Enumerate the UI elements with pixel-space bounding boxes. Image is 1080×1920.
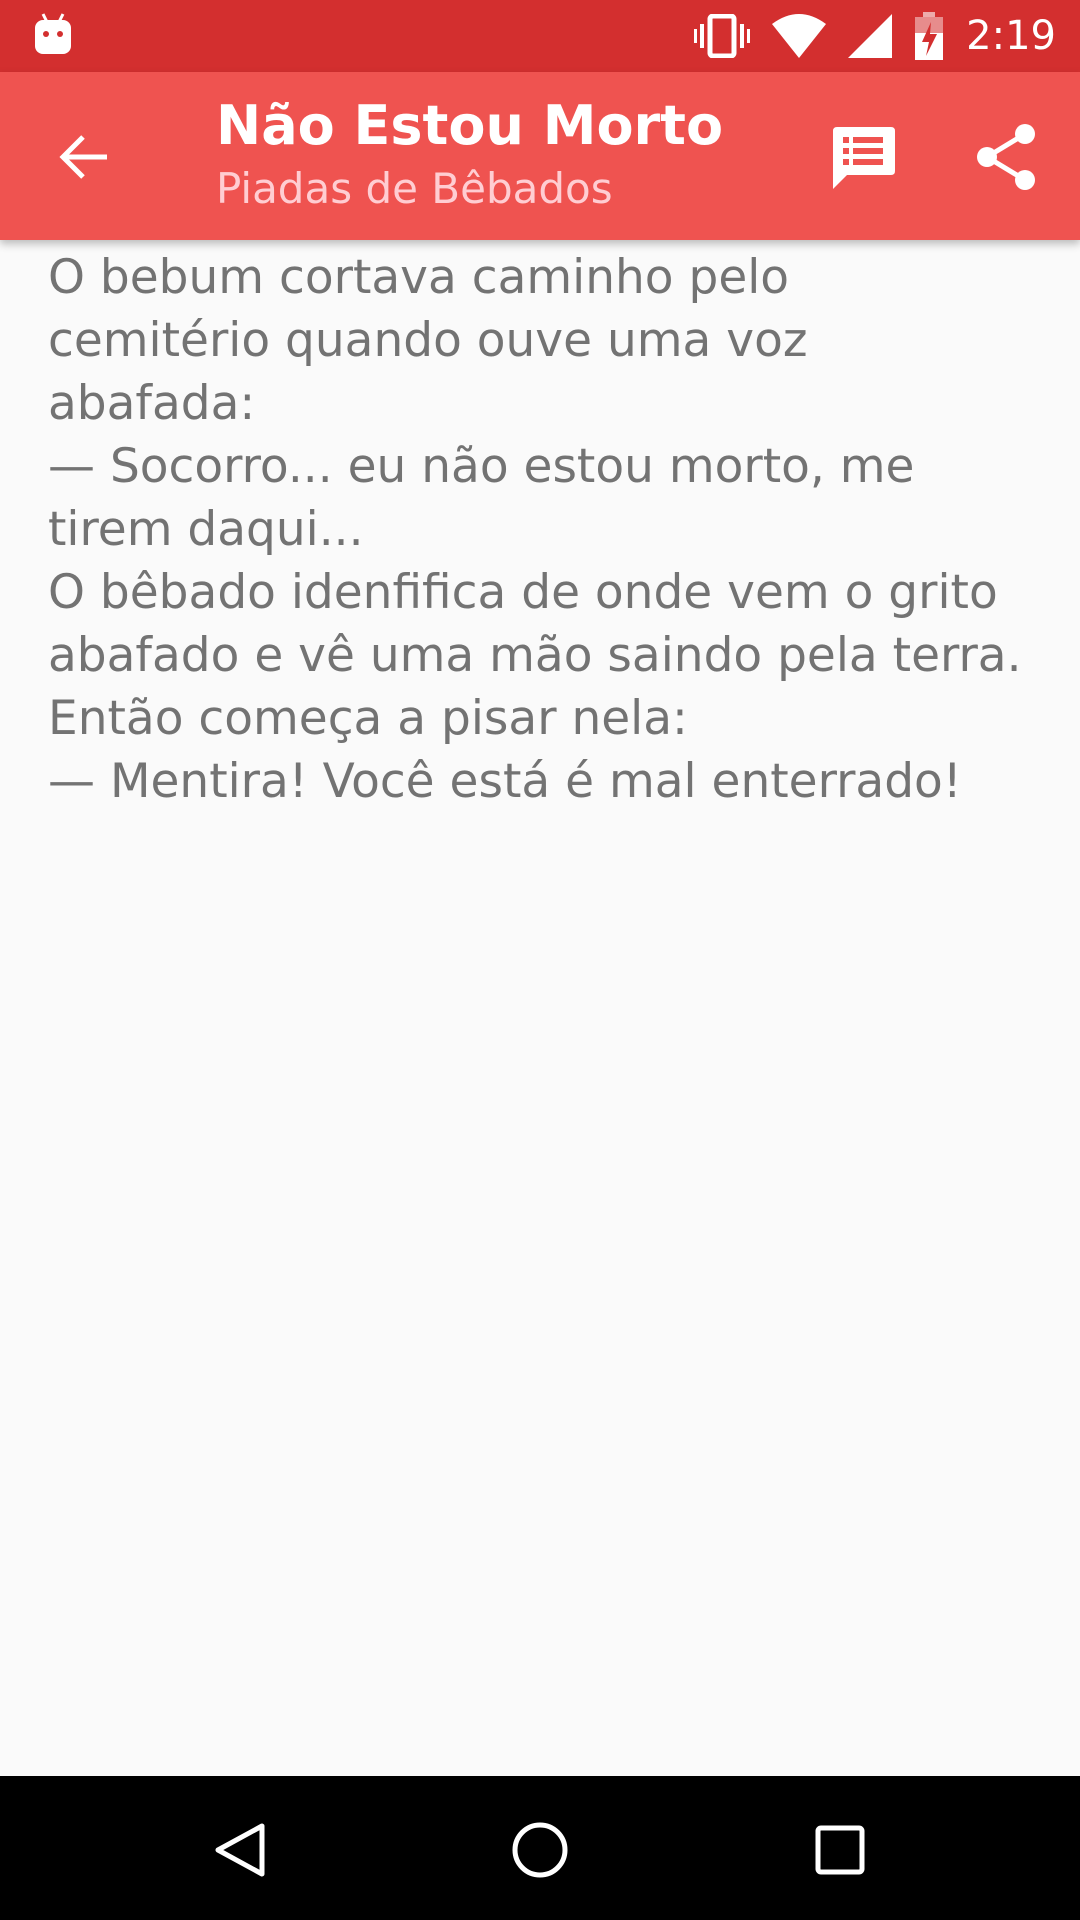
page-subtitle: Piadas de Bêbados xyxy=(216,164,613,213)
nav-home-icon xyxy=(512,1822,568,1878)
wifi-icon xyxy=(772,14,827,58)
joke-line: O bebum cortava caminho pelo xyxy=(48,250,790,305)
joke-line: cemitério quando ouve uma voz xyxy=(48,313,808,368)
joke-line: — Mentira! Você está é mal enterrado! xyxy=(48,754,962,809)
battery-charging-icon xyxy=(914,12,944,60)
signal-icon xyxy=(848,14,893,58)
vibrate-icon xyxy=(694,14,751,58)
share-button[interactable] xyxy=(968,118,1046,196)
back-button[interactable] xyxy=(50,122,120,192)
nav-back-icon xyxy=(215,1823,265,1877)
status-bar: 2:19 xyxy=(0,0,1080,72)
joke-line: abafada: xyxy=(48,376,256,431)
joke-line: — Socorro... eu não estou morto, me xyxy=(48,439,915,494)
toolbar-titles: Não Estou Morto Piadas de Bêbados xyxy=(216,92,723,218)
page-title: Não Estou Morto xyxy=(216,94,724,157)
share-icon xyxy=(977,124,1035,190)
message-list-icon xyxy=(833,127,895,189)
nav-back-button[interactable] xyxy=(198,1808,282,1892)
message-list-button[interactable] xyxy=(824,118,902,196)
joke-text: O bebum cortava caminho pelo cemitério q… xyxy=(48,246,1048,813)
nav-recents-button[interactable] xyxy=(798,1808,882,1892)
joke-line: abafado e vê uma mão saindo pela terra. xyxy=(48,628,1022,683)
nav-home-button[interactable] xyxy=(498,1808,582,1892)
joke-line: O bêbado idenfifica de onde vem o grito xyxy=(48,565,998,620)
android-debug-icon xyxy=(35,13,71,54)
status-time: 2:19 xyxy=(966,13,1056,59)
joke-line: tirem daqui... xyxy=(48,502,364,557)
toolbar: Não Estou Morto Piadas de Bêbados xyxy=(0,72,1080,240)
arrow-back-icon xyxy=(59,135,107,179)
navigation-bar xyxy=(0,1776,1080,1920)
nav-recents-icon xyxy=(815,1825,865,1875)
joke-line: Então começa a pisar nela: xyxy=(48,691,688,746)
